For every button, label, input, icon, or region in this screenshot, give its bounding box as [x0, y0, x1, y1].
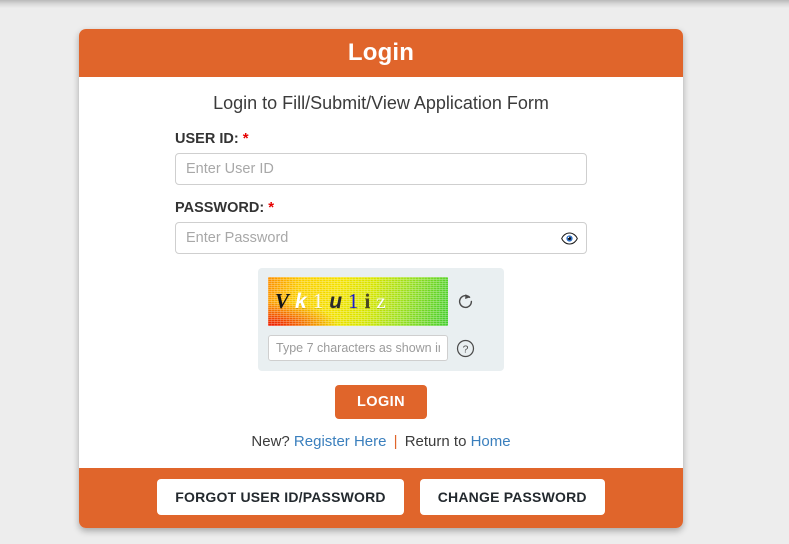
user-id-label: USER ID: *: [175, 130, 587, 147]
form-subtitle: Login to Fill/Submit/View Application Fo…: [213, 93, 549, 113]
user-id-field-block: USER ID: *: [175, 130, 587, 185]
user-id-input[interactable]: [175, 153, 587, 185]
captcha-char: i: [364, 289, 371, 313]
captcha-image-row: V k 1 u 1 i z: [268, 277, 494, 326]
page-top-shade: [0, 0, 789, 8]
link-separator: |: [393, 433, 398, 450]
forgot-user-id-password-button[interactable]: FORGOT USER ID/PASSWORD: [157, 479, 404, 515]
user-id-input-wrap: [175, 153, 587, 185]
captcha-char: V: [275, 289, 290, 313]
captcha-char: u: [329, 290, 343, 313]
refresh-icon[interactable]: [455, 292, 475, 312]
captcha-char: z: [376, 289, 386, 313]
card-header: Login: [79, 29, 683, 77]
card-footer: FORGOT USER ID/PASSWORD CHANGE PASSWORD: [79, 468, 683, 528]
password-field-block: PASSWORD: *: [175, 199, 587, 254]
password-label-text: PASSWORD:: [175, 200, 265, 216]
login-card: Login Login to Fill/Submit/View Applicat…: [79, 29, 683, 528]
captcha-image: V k 1 u 1 i z: [268, 277, 448, 326]
register-here-link[interactable]: Register Here: [294, 433, 387, 450]
auxiliary-links: New? Register Here | Return to Home: [175, 433, 587, 450]
captcha-characters: V k 1 u 1 i z: [275, 289, 392, 313]
eye-icon[interactable]: [560, 229, 578, 247]
required-asterisk: *: [242, 130, 249, 147]
svg-text:?: ?: [462, 344, 468, 355]
captcha-input[interactable]: [268, 335, 448, 361]
required-asterisk: *: [268, 199, 275, 216]
new-user-prefix: New?: [251, 433, 290, 450]
user-id-label-text: USER ID:: [175, 131, 239, 147]
captcha-section: V k 1 u 1 i z Type 7 characters as shown…: [175, 268, 587, 371]
return-to-prefix: Return to: [404, 433, 467, 450]
captcha-input-row: ?: [268, 335, 494, 361]
home-link[interactable]: Home: [471, 433, 511, 450]
question-circle-icon[interactable]: ?: [455, 338, 475, 358]
captcha-panel: V k 1 u 1 i z Type 7 characters as shown…: [258, 268, 504, 371]
captcha-char: 1: [348, 289, 359, 313]
password-input-wrap: [175, 222, 587, 254]
password-input[interactable]: [175, 222, 587, 254]
login-button-row: LOGIN: [175, 385, 587, 419]
captcha-char: 1: [312, 289, 324, 313]
captcha-char: k: [295, 290, 307, 313]
page-title: Login: [347, 39, 415, 66]
change-password-button[interactable]: CHANGE PASSWORD: [419, 479, 605, 515]
login-button[interactable]: LOGIN: [335, 385, 427, 419]
password-label: PASSWORD: *: [175, 199, 587, 216]
card-body: Login to Fill/Submit/View Application Fo…: [79, 77, 683, 468]
